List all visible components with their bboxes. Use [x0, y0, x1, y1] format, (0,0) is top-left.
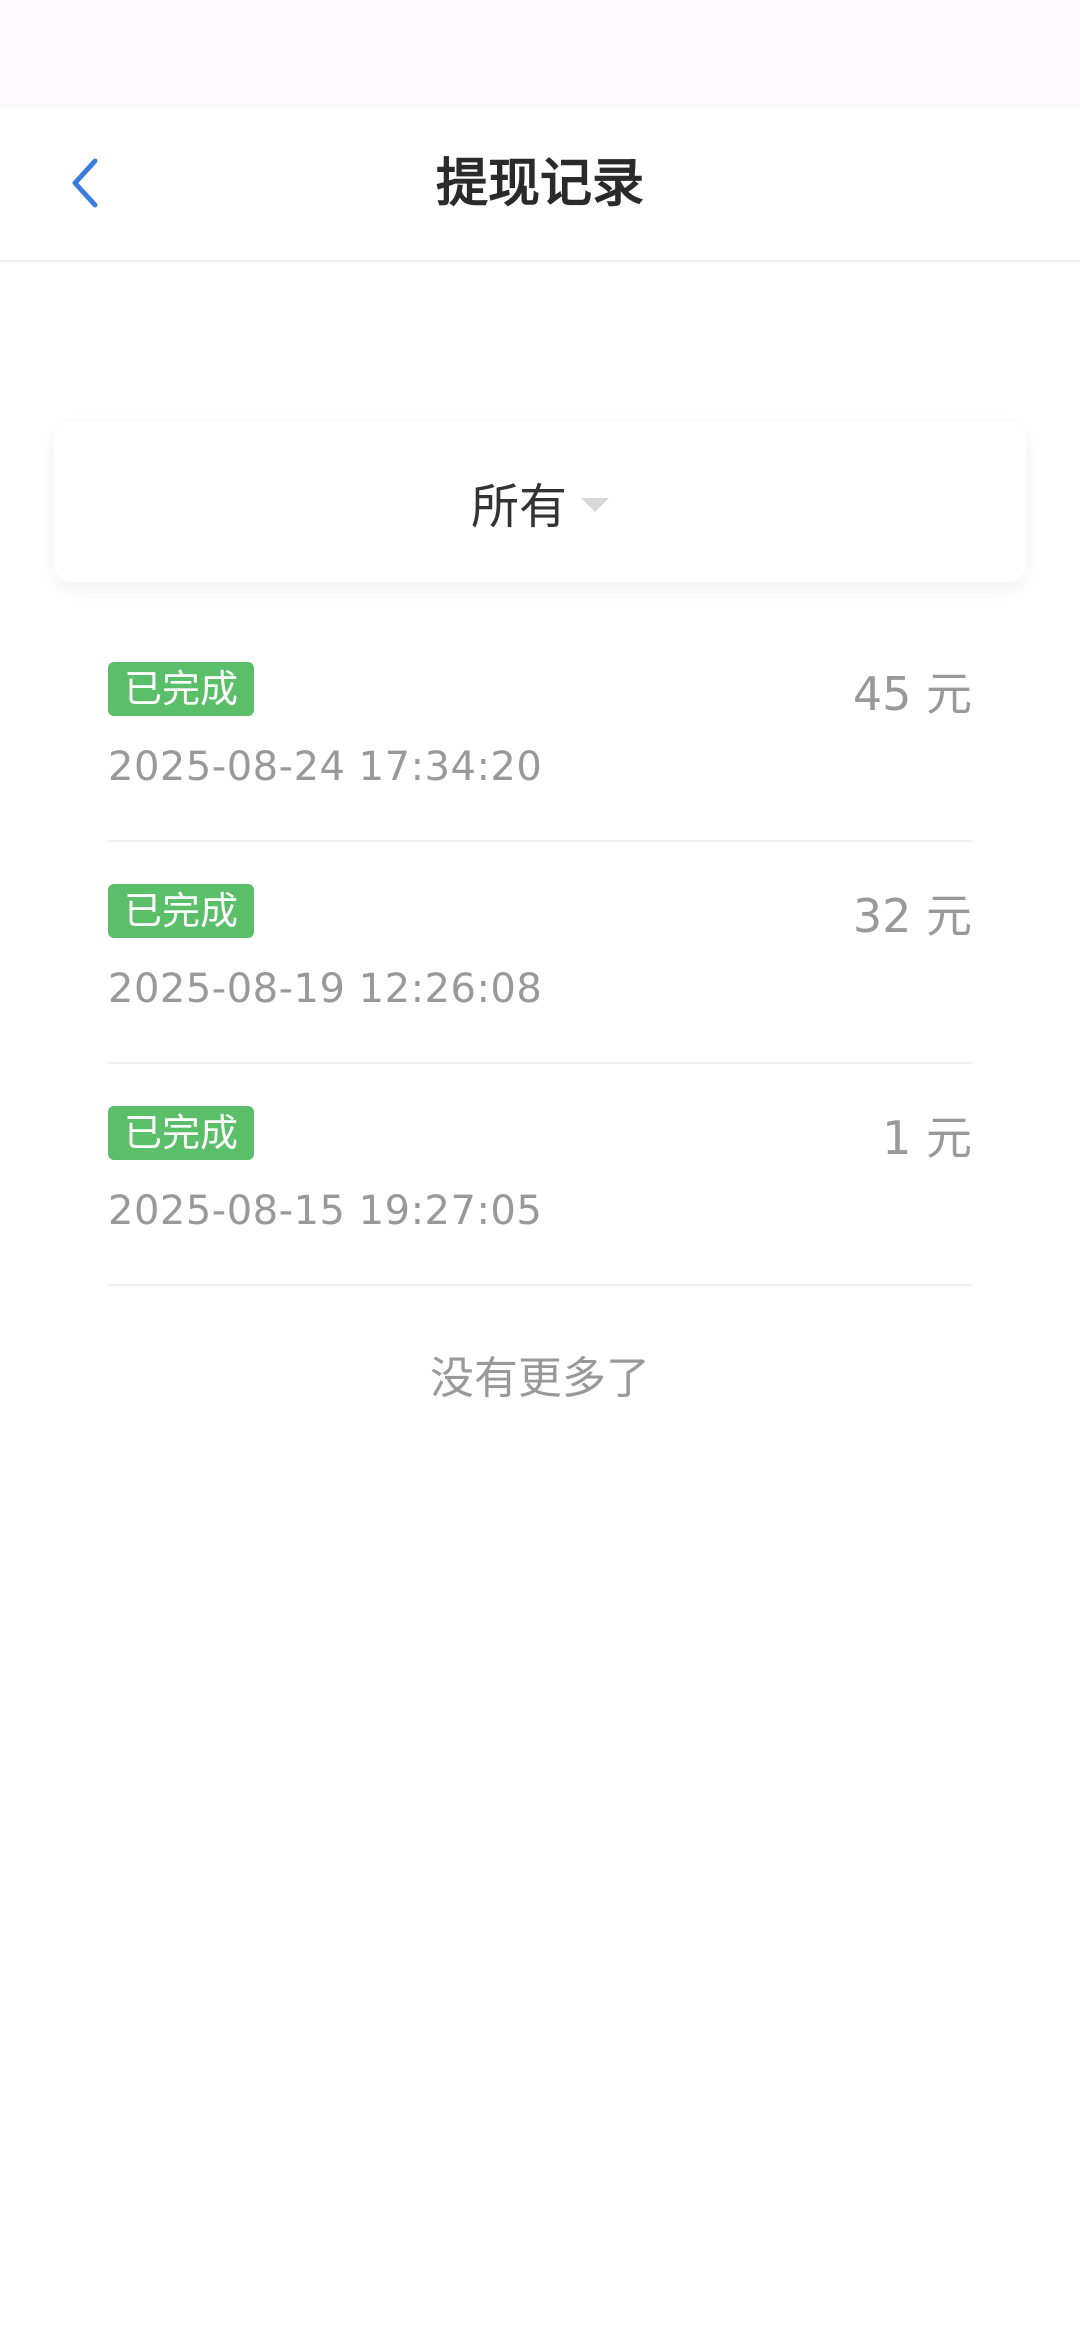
record-time: 2025-08-15 19:27:05 [108, 1188, 543, 1234]
list-item[interactable]: 已完成 1 元 2025-08-15 19:27:05 [108, 1064, 972, 1286]
no-more-text: 没有更多了 [430, 1353, 650, 1404]
record-amount: 1 元 [882, 1111, 972, 1165]
status-bar [0, 0, 1080, 108]
status-badge: 已完成 [108, 884, 255, 938]
caret-down-icon [581, 498, 609, 512]
record-time: 2025-08-24 17:34:20 [108, 744, 543, 790]
status-badge: 已完成 [108, 662, 255, 716]
list-item[interactable]: 已完成 45 元 2025-08-24 17:34:20 [108, 620, 972, 842]
filter-selected-label: 所有 [470, 479, 567, 535]
filter-dropdown[interactable]: 所有 [54, 422, 1026, 582]
record-list: 已完成 45 元 2025-08-24 17:34:20 已完成 32 元 20… [0, 582, 1080, 1286]
status-badge: 已完成 [108, 1106, 255, 1160]
nav-bar: 提现记录 [0, 108, 1080, 262]
filter-section: 所有 [0, 262, 1080, 582]
list-item[interactable]: 已完成 32 元 2025-08-19 12:26:08 [108, 842, 972, 1064]
record-time: 2025-08-19 12:26:08 [108, 966, 543, 1012]
record-amount: 32 元 [852, 889, 972, 943]
page-title: 提现记录 [435, 154, 644, 214]
record-amount: 45 元 [852, 667, 972, 721]
